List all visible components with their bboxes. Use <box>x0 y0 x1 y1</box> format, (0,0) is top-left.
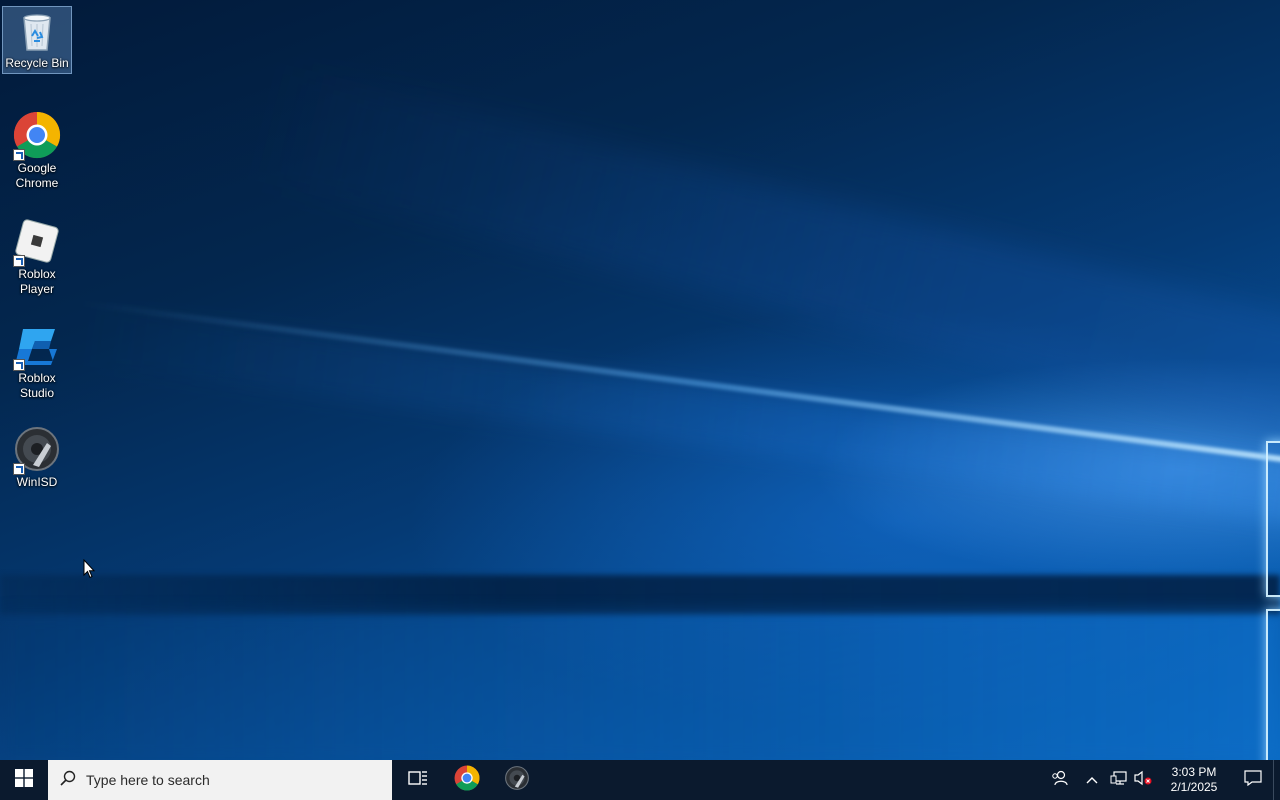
clock-date: 2/1/2025 <box>1170 780 1218 794</box>
search-placeholder: Type here to search <box>86 772 210 788</box>
search-icon <box>60 770 76 791</box>
people-icon <box>1051 770 1069 791</box>
roblox-studio-icon <box>13 321 61 371</box>
task-view-button[interactable] <box>394 760 442 800</box>
wallpaper-beam <box>245 61 1280 469</box>
desktop-icon-roblox-player[interactable]: Roblox Player <box>2 214 72 297</box>
desktop-icon-label: Google Chrome <box>15 161 59 190</box>
volume-muted-icon <box>1133 770 1153 791</box>
desktop-icon-recycle-bin[interactable]: Recycle Bin <box>2 6 72 74</box>
desktop-icon-label: Roblox Studio <box>18 371 56 400</box>
volume-button[interactable] <box>1131 760 1155 800</box>
shortcut-arrow-icon <box>13 463 25 475</box>
wallpaper-beam <box>0 575 1280 615</box>
shortcut-arrow-icon <box>13 149 25 161</box>
roblox-player-icon <box>13 217 61 267</box>
desktop-icon-roblox-studio[interactable]: Roblox Studio <box>2 318 72 401</box>
taskbar: Type here to search 3:03 PM 2/1/2025 <box>0 760 1280 800</box>
clock-time: 3:03 PM <box>1171 765 1217 779</box>
network-button[interactable] <box>1107 760 1131 800</box>
desktop-icon-winisd[interactable]: WinISD <box>2 422 72 490</box>
chrome-icon <box>13 111 61 161</box>
shortcut-arrow-icon <box>13 255 25 267</box>
people-button[interactable] <box>1043 760 1077 800</box>
wallpaper-beam <box>0 612 1280 760</box>
winisd-icon <box>13 425 61 475</box>
taskbar-clock[interactable]: 3:03 PM 2/1/2025 <box>1155 765 1233 795</box>
desktop[interactable]: Recycle Bin Google Chrome Roblox Player … <box>0 0 1280 760</box>
shortcut-arrow-icon <box>13 359 25 371</box>
taskbar-app-winisd[interactable] <box>492 760 542 800</box>
taskbar-app-chrome[interactable] <box>442 760 492 800</box>
recycle-bin-icon <box>15 10 59 54</box>
notification-icon <box>1244 769 1262 791</box>
desktop-icon-label: Roblox Player <box>18 267 56 296</box>
task-view-icon <box>408 769 428 792</box>
desktop-icon-label: Recycle Bin <box>5 56 69 70</box>
start-button[interactable] <box>0 760 48 800</box>
system-tray: 3:03 PM 2/1/2025 <box>1043 760 1280 800</box>
network-icon <box>1110 770 1128 791</box>
show-desktop-button[interactable] <box>1273 760 1280 800</box>
chevron-up-icon <box>1086 771 1098 789</box>
taskbar-search-box[interactable]: Type here to search <box>48 760 392 800</box>
wallpaper-logo-pane <box>1266 609 1280 760</box>
wallpaper-beam <box>76 305 1280 533</box>
show-hidden-icons-button[interactable] <box>1077 760 1107 800</box>
desktop-icon-google-chrome[interactable]: Google Chrome <box>2 108 72 191</box>
action-center-button[interactable] <box>1233 760 1273 800</box>
winisd-icon <box>504 765 530 796</box>
chrome-icon <box>454 765 480 796</box>
desktop-icon-label: WinISD <box>16 475 58 489</box>
wallpaper-beam <box>79 300 1280 474</box>
wallpaper-logo-pane <box>1266 441 1280 597</box>
windows-start-icon <box>15 768 33 792</box>
mouse-cursor-icon <box>83 558 96 579</box>
